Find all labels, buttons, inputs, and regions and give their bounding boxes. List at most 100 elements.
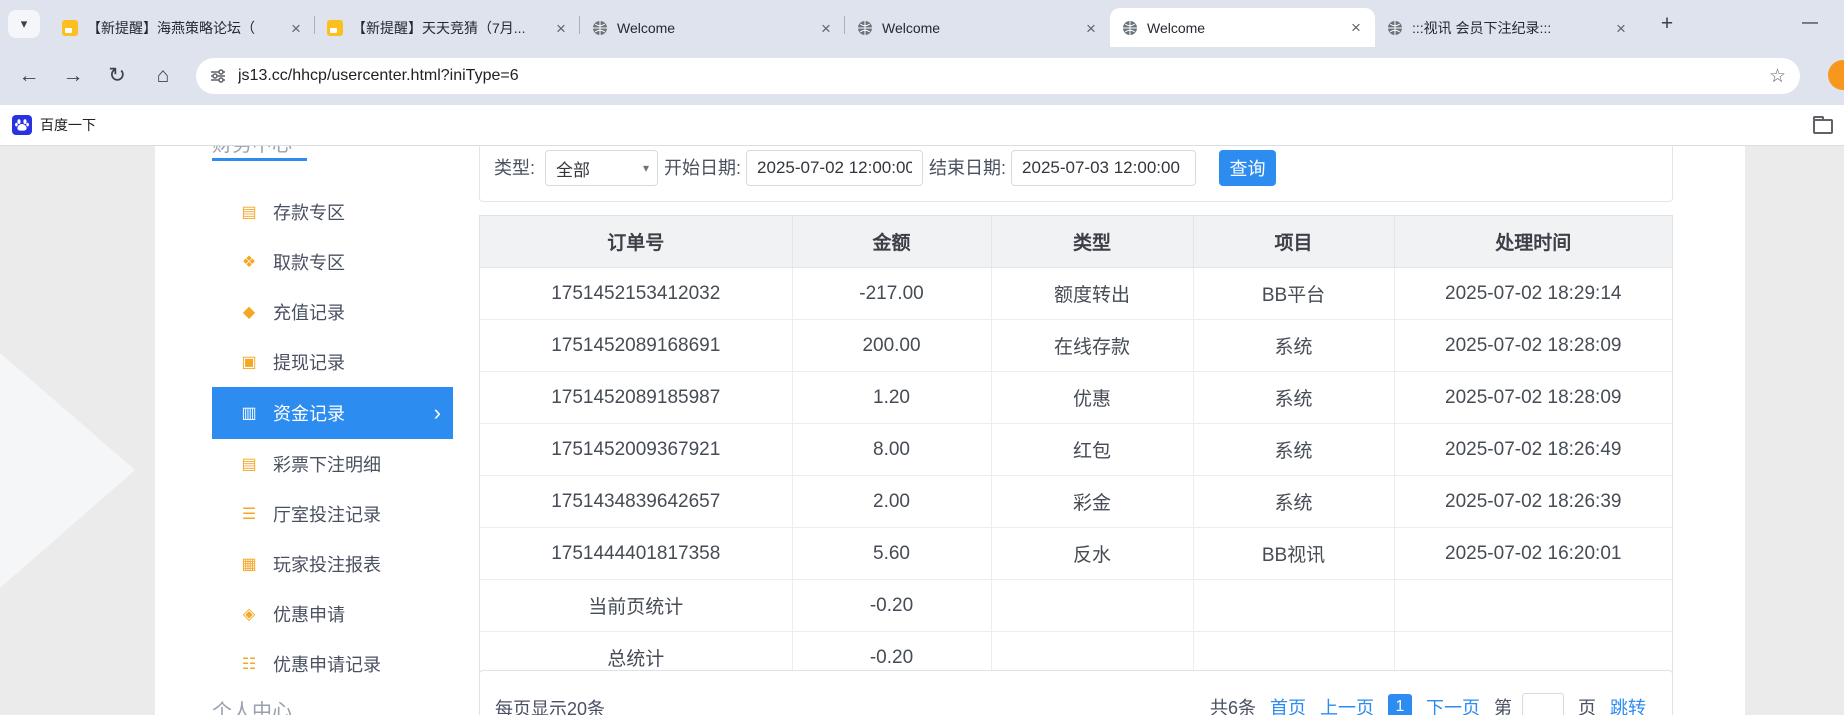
baidu-favicon	[12, 115, 32, 135]
reload-icon[interactable]: ↻	[100, 62, 134, 90]
cell: 2025-07-02 18:26:39	[1394, 476, 1672, 528]
tab-3[interactable]: Welcome ×	[580, 9, 845, 47]
close-icon[interactable]: ×	[1612, 20, 1630, 37]
next-page-link[interactable]: 下一页	[1426, 694, 1480, 715]
start-date-input[interactable]	[746, 150, 923, 186]
folder-icon[interactable]	[1813, 119, 1833, 134]
back-icon[interactable]: ←	[12, 62, 46, 90]
tab-2[interactable]: 【新提醒】天天竞猜（7月... ×	[315, 9, 580, 47]
page-size-text: 每页显示20条	[495, 695, 605, 715]
money-bag-icon: ▥	[238, 403, 260, 423]
active-tab-underline	[212, 158, 307, 161]
browser-toolbar: ← → ↻ ⌂ js13.cc/hhcp/usercenter.html?ini…	[0, 47, 1844, 105]
cell: 优惠	[991, 372, 1193, 424]
tab-4[interactable]: Welcome ×	[845, 9, 1110, 47]
cell	[991, 580, 1193, 632]
profile-avatar[interactable]	[1828, 60, 1844, 90]
start-date-label: 开始日期:	[664, 150, 741, 186]
close-icon[interactable]: ×	[1347, 19, 1365, 36]
type-select-value: 全部	[556, 156, 590, 181]
browser-window: ▾ 【新提醒】海燕策略论坛（ × 【新提醒】天天竞猜（7月... × Welco…	[0, 0, 1844, 715]
chevron-right-icon: ›	[434, 403, 441, 423]
tab-strip: ▾ 【新提醒】海燕策略论坛（ × 【新提醒】天天竞猜（7月... × Welco…	[0, 0, 1844, 47]
tab-label: 【新提醒】天天竞猜（7月...	[352, 18, 546, 38]
sidebar-item-withdrawal-records[interactable]: ▣ 提现记录	[212, 337, 453, 387]
close-icon[interactable]: ×	[287, 20, 305, 37]
cell: 2025-07-02 18:29:14	[1394, 268, 1672, 320]
section-title: 财务中心	[212, 146, 292, 156]
cell: 额度转出	[991, 268, 1193, 320]
tab-search-button[interactable]: ▾	[8, 10, 40, 38]
sidebar-item-label: 取款专区	[273, 249, 345, 275]
jump-button[interactable]: 跳转	[1610, 694, 1646, 715]
close-icon[interactable]: ×	[552, 20, 570, 37]
site-info-icon[interactable]	[210, 68, 226, 84]
header-order-no: 订单号	[480, 216, 792, 268]
sidebar-item-promo-apply-records[interactable]: ☷ 优惠申请记录	[212, 639, 453, 689]
table-row: 1751452089185987 1.20 优惠 系统 2025-07-02 1…	[480, 372, 1672, 424]
prev-page-link[interactable]: 上一页	[1320, 694, 1374, 715]
new-tab-button[interactable]: +	[1652, 11, 1682, 37]
filter-bar: 类型: 全部 ▾ 开始日期: 结束日期: 查询	[479, 146, 1673, 202]
globe-icon	[857, 20, 873, 36]
cell: 1751452153412032	[480, 268, 792, 320]
chevron-down-icon: ▾	[21, 16, 28, 32]
records-icon: ☷	[238, 654, 260, 674]
cell: 红包	[991, 424, 1193, 476]
report-icon: ▦	[238, 554, 260, 574]
cell: 1751452009367921	[480, 424, 792, 476]
cell: 在线存款	[991, 320, 1193, 372]
search-button[interactable]: 查询	[1219, 150, 1276, 186]
type-label: 类型:	[494, 150, 535, 186]
wallet-icon: ▣	[238, 352, 260, 372]
type-select[interactable]: 全部 ▾	[545, 150, 658, 186]
bookmark-star-icon[interactable]: ☆	[1769, 65, 1786, 88]
forum-favicon	[327, 20, 343, 36]
table-row: 1751444401817358 5.60 反水 BB视讯 2025-07-02…	[480, 528, 1672, 580]
tab-6[interactable]: :::视讯 会员下注纪录::: ×	[1375, 9, 1640, 47]
cell: 1751444401817358	[480, 528, 792, 580]
globe-icon	[1122, 20, 1138, 36]
first-page-link[interactable]: 首页	[1270, 694, 1306, 715]
sidebar-item-recharge-records[interactable]: ◆ 充值记录	[212, 287, 453, 337]
cell: 系统	[1193, 372, 1394, 424]
cell: 当前页统计	[480, 580, 792, 632]
home-icon[interactable]: ⌂	[146, 62, 180, 90]
cell: 2025-07-02 16:20:01	[1394, 528, 1672, 580]
header-amount: 金额	[792, 216, 991, 268]
sidebar-section-personal: 个人中心	[212, 695, 292, 715]
sidebar-item-promo-apply[interactable]: ◈ 优惠申请	[212, 589, 453, 639]
sidebar-item-lottery-bet-details[interactable]: ▤ 彩票下注明细	[212, 439, 453, 489]
forward-icon[interactable]: →	[56, 62, 90, 90]
header-type: 类型	[991, 216, 1193, 268]
sidebar-item-deposit-zone[interactable]: ▤ 存款专区	[212, 187, 453, 237]
sidebar-item-hall-bet-records[interactable]: ☰ 厅室投注记录	[212, 489, 453, 539]
table-header-row: 订单号 金额 类型 项目 处理时间	[480, 216, 1672, 268]
minimize-button[interactable]: —	[1788, 8, 1832, 38]
cell: 1.20	[792, 372, 991, 424]
sidebar-item-withdraw-zone[interactable]: ❖ 取款专区	[212, 237, 453, 287]
address-bar[interactable]: js13.cc/hhcp/usercenter.html?iniType=6 ☆	[196, 58, 1800, 94]
page-jump-input[interactable]	[1522, 693, 1564, 715]
tab-1[interactable]: 【新提醒】海燕策略论坛（ ×	[50, 9, 315, 47]
forum-favicon	[62, 20, 78, 36]
cell: -217.00	[792, 268, 991, 320]
page-content: 财务中心 ▤ 存款专区 ❖ 取款专区 ◆ 充值记录 ▣ 提现记录 ▥ 资金记录 …	[0, 146, 1844, 715]
end-date-input[interactable]	[1011, 150, 1196, 186]
table-row-page-total: 当前页统计 -0.20	[480, 580, 1672, 632]
sidebar-item-label: 优惠申请记录	[273, 651, 381, 677]
sidebar-item-player-bet-report[interactable]: ▦ 玩家投注报表	[212, 539, 453, 589]
cell: BB视讯	[1193, 528, 1394, 580]
tab-label: Welcome	[617, 20, 811, 36]
bookmark-baidu[interactable]: 百度一下	[12, 111, 96, 139]
sidebar-item-label: 厅室投注记录	[273, 501, 381, 527]
close-icon[interactable]: ×	[1082, 20, 1100, 37]
close-icon[interactable]: ×	[817, 20, 835, 37]
cell: 1751452089185987	[480, 372, 792, 424]
sidebar-item-funds-records[interactable]: ▥ 资金记录 ›	[212, 387, 453, 439]
tab-5-active[interactable]: Welcome ×	[1110, 8, 1375, 47]
current-page[interactable]: 1	[1388, 694, 1412, 715]
pagination-controls: 共6条 首页 上一页 1 下一页 第 页 跳转	[1210, 693, 1646, 715]
end-date-label: 结束日期:	[929, 150, 1006, 186]
table-row: 1751452153412032 -217.00 额度转出 BB平台 2025-…	[480, 268, 1672, 320]
